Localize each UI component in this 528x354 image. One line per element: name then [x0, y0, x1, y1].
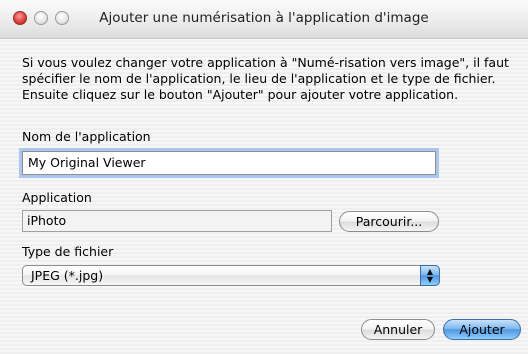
application-path-field: iPhoto [22, 210, 332, 232]
file-type-label: Type de fichier [22, 244, 114, 259]
file-type-select[interactable]: JPEG (*.jpg) ▲ ▼ [22, 265, 440, 286]
title-bar: Ajouter une numérisation à l'application… [0, 0, 528, 39]
up-down-arrows-icon: ▲ ▼ [420, 265, 440, 286]
file-type-value: JPEG (*.jpg) [31, 268, 104, 283]
add-button[interactable]: Ajouter [443, 319, 521, 340]
window-title: Ajouter une numérisation à l'application… [99, 10, 429, 26]
app-name-field[interactable]: My Original Viewer [22, 151, 436, 175]
application-label: Application [22, 190, 92, 205]
browse-button[interactable]: Parcourir... [339, 211, 439, 232]
cancel-button[interactable]: Annuler [361, 319, 435, 340]
dialog-window: Ajouter une numérisation à l'application… [0, 0, 528, 354]
instructions-text: Si vous voulez changer votre application… [22, 55, 509, 102]
app-name-label: Nom de l'application [22, 129, 151, 144]
